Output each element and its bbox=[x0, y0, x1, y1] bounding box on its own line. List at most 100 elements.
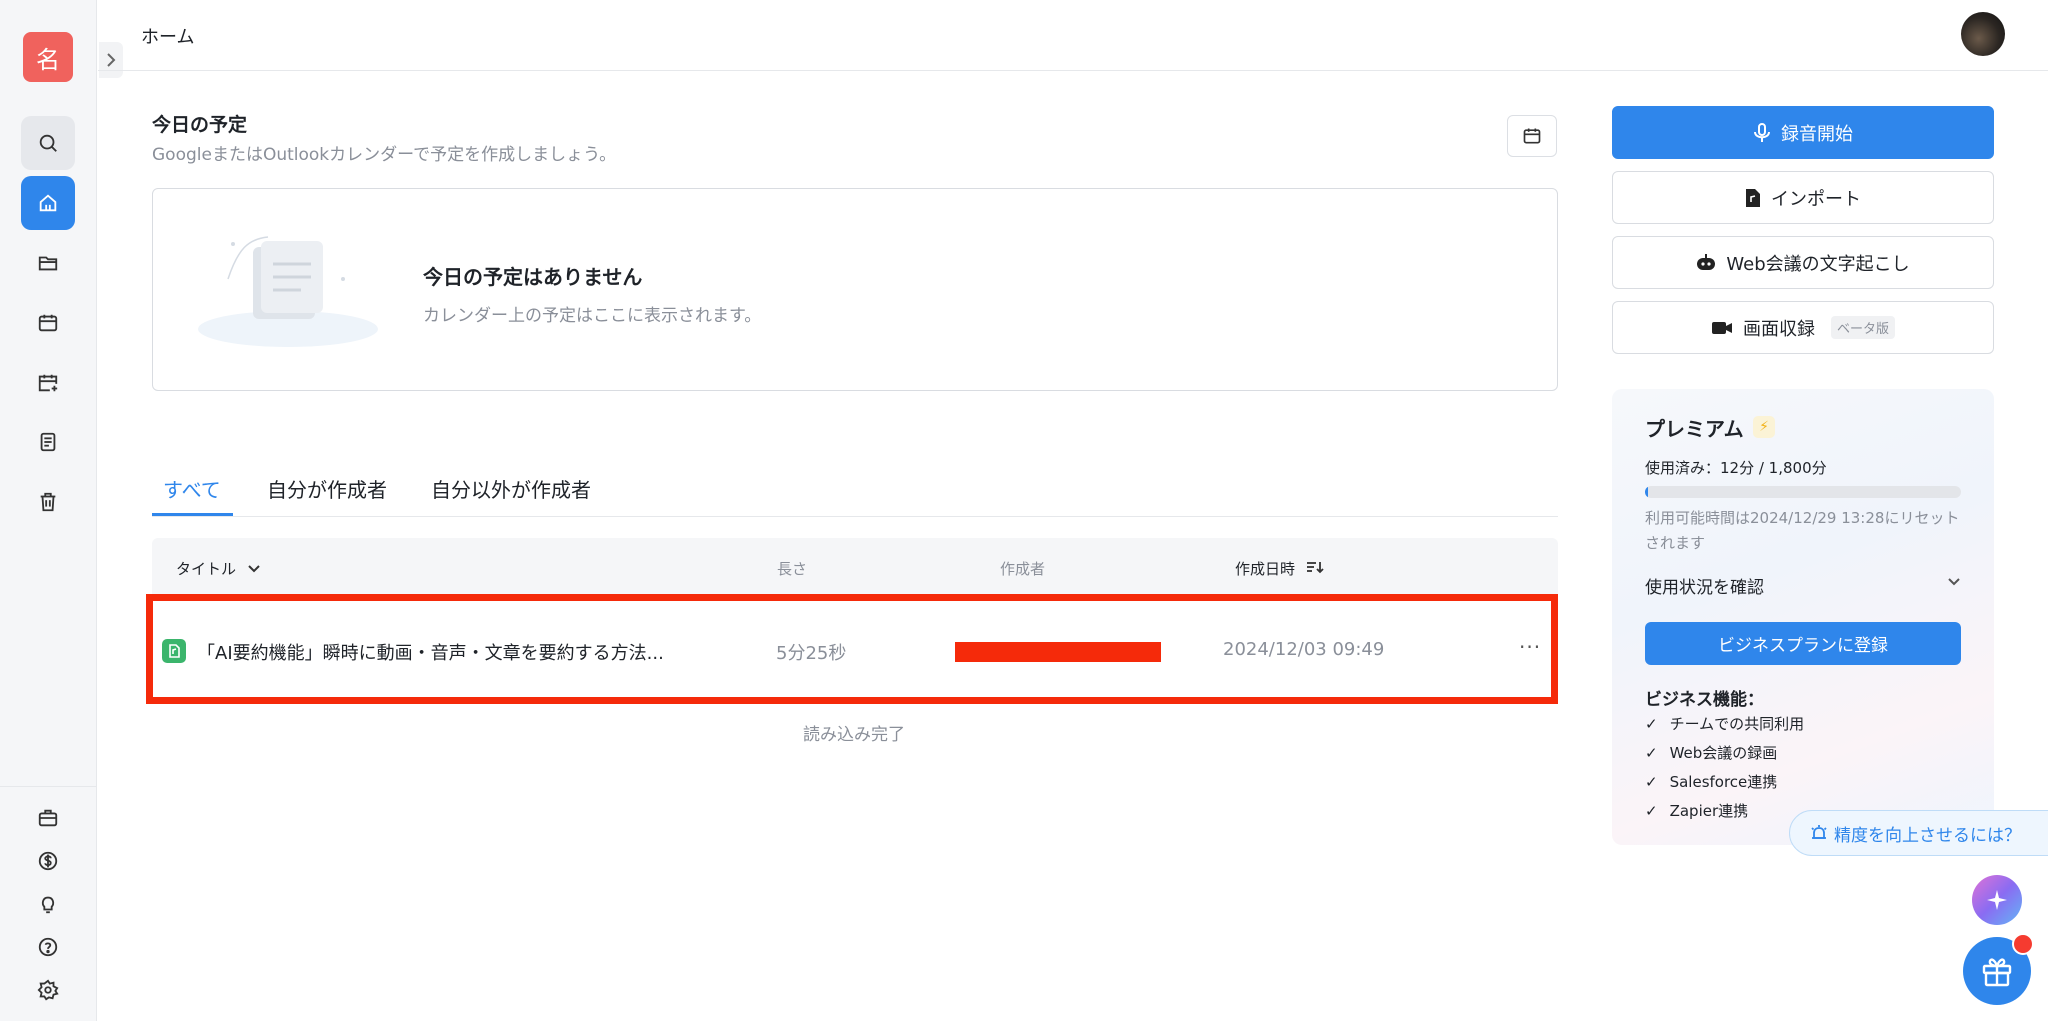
feature-label: Web会議の録画 bbox=[1669, 744, 1778, 762]
business-features-title: ビジネス機能： bbox=[1645, 690, 1764, 710]
sort-icon bbox=[1306, 562, 1324, 574]
row-created: 2024/12/03 09:49 bbox=[1223, 639, 1385, 660]
import-label: インポート bbox=[1771, 188, 1861, 210]
gift-icon bbox=[1982, 958, 2012, 987]
app-logo[interactable]: 名 bbox=[23, 32, 73, 82]
help-icon bbox=[38, 937, 58, 957]
chevron-down-icon bbox=[1948, 578, 1960, 586]
lightbulb-icon bbox=[41, 896, 55, 914]
check-icon: ✓ bbox=[1645, 714, 1658, 733]
feature-item: ✓ Zapier連携 bbox=[1645, 800, 1748, 821]
feature-item: ✓ Web会議の録画 bbox=[1645, 742, 1777, 763]
sidebar-item-home[interactable] bbox=[21, 176, 75, 230]
file-icon bbox=[162, 639, 186, 663]
record-label: 録音開始 bbox=[1781, 123, 1853, 145]
filter-tabs: すべて 自分が作成者 自分以外が作成者 bbox=[152, 470, 1558, 517]
calendar-icon bbox=[1523, 128, 1541, 144]
record-button[interactable]: 録音開始 bbox=[1612, 106, 1994, 159]
empty-schedule-card: 今日の予定はありません カレンダー上の予定はここに表示されます。 bbox=[152, 188, 1558, 391]
beta-badge: ベータ版 bbox=[1830, 316, 1895, 339]
avatar[interactable] bbox=[1961, 12, 2005, 56]
usage-progress-fill bbox=[1645, 486, 1649, 498]
tab-active-underline bbox=[152, 513, 233, 516]
feature-label: チームでの共同利用 bbox=[1669, 715, 1805, 733]
premium-card: プレミアム ⚡ 使用済み：12分 / 1,800分 利用可能時間は2024/12… bbox=[1612, 389, 1994, 845]
sparkle-icon bbox=[1987, 890, 2007, 910]
bot-icon bbox=[1697, 253, 1716, 270]
feature-label: Salesforce連携 bbox=[1669, 773, 1778, 791]
sidebar: 名 bbox=[0, 0, 97, 1021]
calendar-add-icon bbox=[38, 374, 58, 392]
business-plan-button[interactable]: ビジネスプランに登録 bbox=[1645, 622, 1961, 665]
settings-icon bbox=[37, 979, 59, 1001]
row-length: 5分25秒 bbox=[776, 643, 847, 664]
column-title-label: タイトル bbox=[176, 560, 237, 578]
import-button[interactable]: インポート bbox=[1612, 171, 1994, 224]
sidebar-item-settings[interactable] bbox=[21, 963, 75, 1017]
logo-text: 名 bbox=[36, 45, 60, 74]
check-icon: ✓ bbox=[1645, 801, 1658, 820]
lightning-icon: ⚡ bbox=[1753, 416, 1775, 438]
briefcase-icon bbox=[38, 809, 58, 827]
row-more-button[interactable]: ··· bbox=[1519, 635, 1541, 659]
tab-others-created[interactable]: 自分以外が作成者 bbox=[431, 474, 591, 503]
web-meeting-transcribe-button[interactable]: Web会議の文字起こし bbox=[1612, 236, 1994, 289]
empty-schedule-subtitle: カレンダー上の予定はここに表示されます。 bbox=[423, 306, 762, 326]
screen-record-button[interactable]: 画面収録 ベータ版 bbox=[1612, 301, 1994, 354]
feature-item: ✓ Salesforce連携 bbox=[1645, 771, 1777, 792]
page-title: ホーム bbox=[141, 27, 195, 48]
sidebar-item-documents[interactable] bbox=[21, 415, 75, 469]
check-icon: ✓ bbox=[1645, 772, 1658, 791]
tab-my-created[interactable]: 自分が作成者 bbox=[267, 474, 387, 503]
usage-progress-bar bbox=[1645, 486, 1961, 498]
search-icon bbox=[39, 134, 57, 152]
chevron-down-icon bbox=[248, 565, 260, 573]
check-icon: ✓ bbox=[1645, 743, 1658, 762]
column-length: 長さ bbox=[777, 560, 808, 578]
sidebar-divider bbox=[0, 786, 97, 787]
column-created-label: 作成日時 bbox=[1235, 560, 1296, 578]
accuracy-tip-label: 精度を向上させるには？ bbox=[1834, 825, 2021, 846]
dollar-icon bbox=[38, 851, 58, 871]
schedule-subtitle: GoogleまたはOutlookカレンダーで予定を作成しましょう。 bbox=[152, 145, 617, 165]
check-usage-toggle[interactable]: 使用状況を確認 bbox=[1645, 573, 1961, 598]
import-file-icon bbox=[1746, 188, 1760, 207]
calendar-icon bbox=[38, 314, 58, 332]
sidebar-item-schedule-add[interactable] bbox=[21, 356, 75, 410]
column-author: 作成者 bbox=[1000, 560, 1046, 578]
ai-assistant-button[interactable] bbox=[1972, 875, 2022, 925]
home-icon bbox=[39, 194, 57, 212]
sidebar-item-calendar[interactable] bbox=[21, 296, 75, 350]
document-icon bbox=[40, 432, 56, 452]
tab-all[interactable]: すべて bbox=[163, 474, 221, 503]
screen-record-label: 画面収録 bbox=[1742, 318, 1815, 340]
column-title-sort[interactable]: タイトル bbox=[176, 558, 261, 579]
accuracy-tip-button[interactable]: 精度を向上させるには？ bbox=[1789, 810, 2048, 856]
sidebar-item-folders[interactable] bbox=[21, 236, 75, 290]
notification-dot bbox=[2012, 933, 2034, 955]
table-header: タイトル 長さ 作成者 作成日時 bbox=[152, 538, 1558, 594]
table-row[interactable]: 「AI要約機能」瞬時に動画・音声・文章を要約する方法... 5分25秒 2024… bbox=[146, 594, 1558, 704]
feature-item: ✓ チームでの共同利用 bbox=[1645, 713, 1804, 734]
trash-icon bbox=[40, 492, 56, 512]
web-meeting-label: Web会議の文字起こし bbox=[1726, 253, 1910, 275]
load-complete-text: 読み込み完了 bbox=[803, 725, 905, 745]
empty-schedule-illustration-icon bbox=[198, 236, 378, 347]
feature-label: Zapier連携 bbox=[1669, 802, 1749, 820]
top-bar: ホーム bbox=[98, 0, 2048, 71]
video-camera-icon bbox=[1711, 321, 1732, 334]
row-title[interactable]: 「AI要約機能」瞬時に動画・音声・文章を要約する方法... bbox=[197, 639, 664, 665]
usage-text: 使用済み：12分 / 1,800分 bbox=[1645, 459, 1827, 477]
empty-schedule-title: 今日の予定はありません bbox=[423, 265, 643, 289]
column-created-sort[interactable]: 作成日時 bbox=[1235, 558, 1324, 579]
premium-title: プレミアム bbox=[1645, 417, 1744, 441]
sidebar-item-trash[interactable] bbox=[21, 475, 75, 529]
reset-note: 利用可能時間は2024/12/29 13:28にリセットされます bbox=[1645, 509, 1960, 552]
calendar-connect-button[interactable] bbox=[1507, 115, 1557, 157]
check-usage-label: 使用状況を確認 bbox=[1645, 578, 1764, 598]
microphone-icon bbox=[1754, 122, 1770, 142]
alarm-icon bbox=[1811, 825, 1827, 839]
redacted-author bbox=[955, 642, 1161, 662]
search-button[interactable] bbox=[21, 116, 75, 170]
folder-icon bbox=[38, 256, 58, 271]
